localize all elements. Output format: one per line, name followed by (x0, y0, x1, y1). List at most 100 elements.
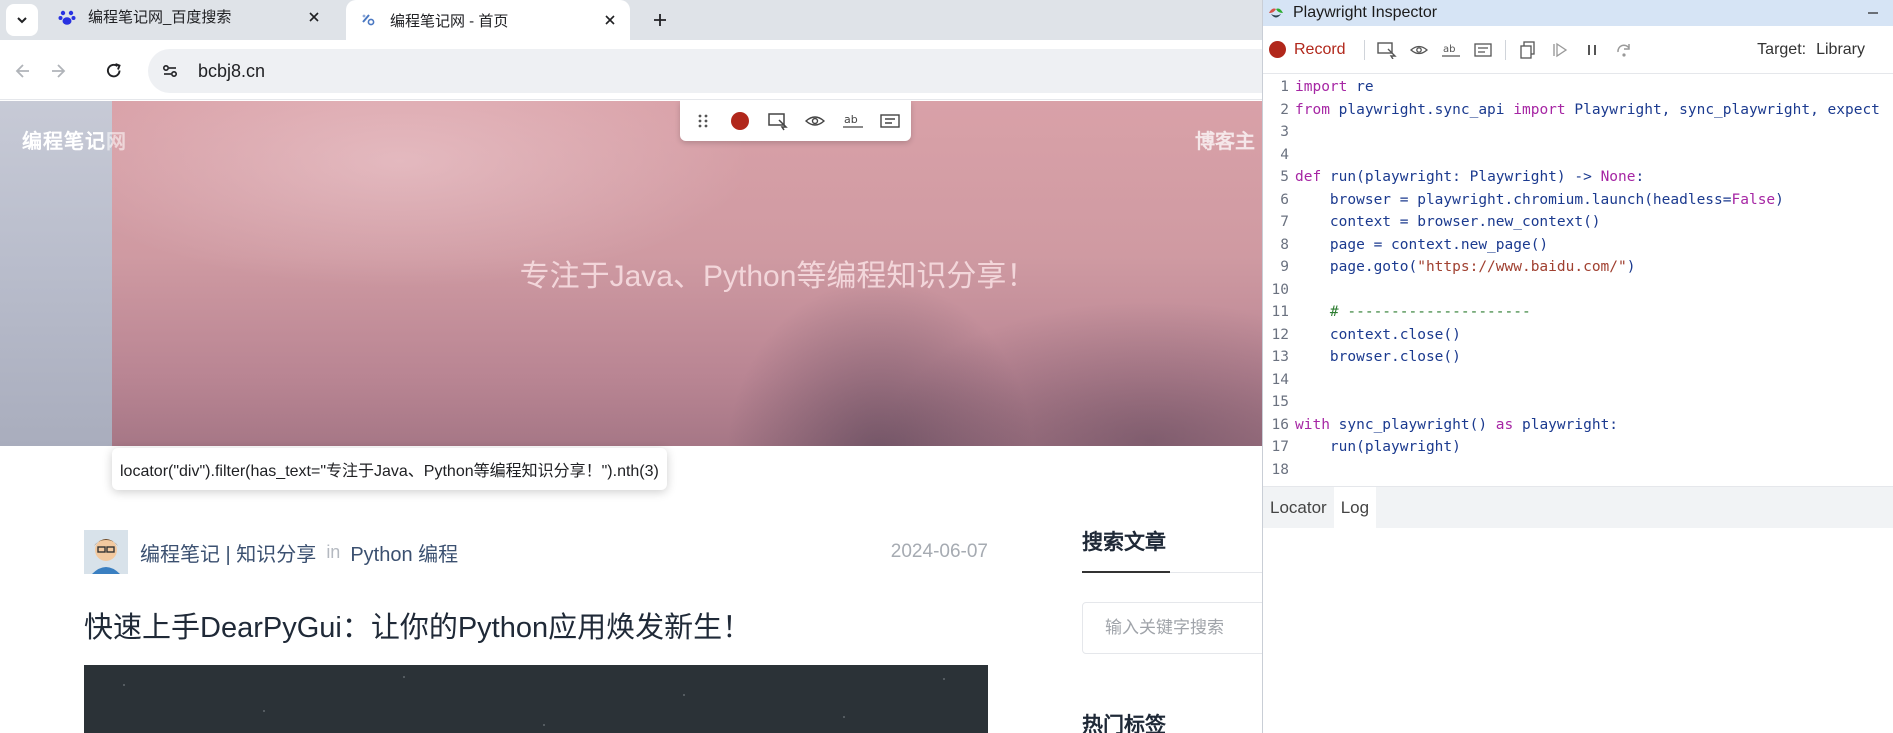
tab-locator[interactable]: Locator (1263, 487, 1334, 529)
post-category-link[interactable]: Python 编程 (350, 538, 458, 567)
assert-text-icon[interactable]: ab (836, 103, 870, 139)
pick-locator-icon[interactable] (761, 103, 795, 139)
search-section-title: 搜索文章 (1082, 531, 1166, 554)
assert-visibility-icon[interactable] (1403, 34, 1435, 66)
line-number: 6 (1280, 191, 1289, 208)
forward-button[interactable] (41, 54, 75, 88)
toolbar-separator (1504, 39, 1506, 60)
chevron-down-icon (17, 17, 27, 24)
tab-log[interactable]: Log (1333, 486, 1377, 529)
assert-text-icon[interactable]: ab (1435, 34, 1467, 66)
code-text: # --------------------- (1295, 304, 1531, 321)
browser-toolbar: bcbj8.cn (0, 40, 1262, 100)
brand-text-tail: 网 (106, 131, 127, 153)
minimize-button[interactable] (1853, 0, 1893, 26)
plus-icon (654, 14, 666, 26)
inspector-titlebar: Playwright Inspector (1263, 0, 1893, 26)
address-text: bcbj8.cn (198, 60, 266, 81)
line-number: 11 (1271, 304, 1289, 321)
back-button[interactable] (6, 54, 40, 88)
section-underline (1082, 571, 1170, 573)
code-line: 16 with sync_playwright() as playwright: (1263, 414, 1893, 437)
line-number: 12 (1271, 326, 1289, 343)
address-bar[interactable]: bcbj8.cn (148, 49, 1262, 93)
record-dot-icon[interactable] (1269, 41, 1286, 58)
code-line: 10 (1263, 279, 1893, 302)
tab-search-button[interactable] (6, 4, 38, 36)
reload-icon (106, 63, 121, 78)
code-line: 5 def run(playwright: Playwright) -> None… (1263, 166, 1893, 189)
minimize-icon (1868, 12, 1878, 14)
code-text: page.goto("https://www.baidu.com/") (1295, 259, 1636, 276)
close-icon[interactable] (302, 5, 326, 29)
post-title-link[interactable]: 快速上手DearPyGui：让你的Python应用焕发新生！ (84, 604, 751, 646)
line-number: 2 (1280, 101, 1289, 118)
code-line: 12 context.close() (1263, 324, 1893, 347)
code-text: with sync_playwright() as playwright: (1295, 416, 1619, 433)
line-number: 5 (1280, 169, 1289, 186)
browser-tab-baidu[interactable]: 编程笔记网_百度搜索 (44, 0, 334, 33)
code-text: context.close() (1295, 326, 1461, 343)
new-tab-button[interactable] (644, 4, 676, 36)
site-info-icon[interactable] (152, 53, 188, 89)
tab-title: 编程笔记网 - 首页 (390, 12, 509, 30)
code-line: 13 browser.close() (1263, 346, 1893, 369)
target-language-select[interactable]: Library (1816, 41, 1865, 59)
blogger-nav-link[interactable]: 博客主 (1195, 125, 1255, 154)
site-logo-icon (360, 11, 378, 29)
reload-button[interactable] (97, 54, 131, 88)
line-number: 1 (1280, 79, 1289, 96)
record-icon[interactable] (724, 103, 758, 139)
line-number: 9 (1280, 259, 1289, 276)
line-number: 18 (1271, 461, 1289, 478)
code-text: browser = playwright.chromium.launch(hea… (1295, 191, 1784, 208)
line-number: 13 (1271, 349, 1289, 366)
assert-value-icon[interactable] (1467, 34, 1499, 66)
copy-icon[interactable] (1512, 34, 1544, 66)
code-text: context = browser.new_context() (1295, 214, 1601, 231)
code-text: run(playwright) (1295, 439, 1461, 456)
post-meta: 编程笔记 | 知识分享 in Python 编程 2024-06-07 (84, 530, 988, 574)
drag-handle-icon[interactable] (686, 103, 720, 139)
line-number: 3 (1280, 124, 1289, 141)
step-over-icon[interactable] (1608, 34, 1640, 66)
article-search-box (1082, 602, 1262, 654)
close-icon[interactable] (598, 8, 622, 32)
post-author-link[interactable]: 编程笔记 | 知识分享 (140, 538, 316, 567)
post-cover-image[interactable] (84, 665, 988, 733)
code-line: 11 # --------------------- (1263, 301, 1893, 324)
browser-tab-bcbj8[interactable]: 编程笔记网 - 首页 (346, 0, 630, 40)
hero-slogan: 专注于Java、Python等编程知识分享！ (519, 260, 1037, 293)
code-line: 1 import re (1263, 76, 1893, 99)
code-editor[interactable]: 1 import re 2 from playwright.sync_api impo… (1263, 76, 1893, 486)
toolbar-separator (1363, 39, 1365, 60)
resume-icon[interactable] (1544, 34, 1576, 66)
site-brand[interactable]: 编程笔记网 (22, 125, 127, 154)
post-date: 2024-06-07 (890, 541, 988, 562)
target-label: Target: (1757, 40, 1807, 58)
code-text: from playwright.sync_api import Playwrig… (1295, 101, 1880, 118)
code-line: 9 page.goto("https://www.baidu.com/") (1263, 256, 1893, 279)
pick-locator-icon[interactable] (1371, 34, 1403, 66)
code-line: 7 context = browser.new_context() (1263, 211, 1893, 234)
assert-value-icon[interactable] (874, 103, 908, 139)
line-number: 17 (1271, 439, 1289, 456)
pause-icon[interactable] (1576, 34, 1608, 66)
inspector-toolbar: Record ab Target: Library (1263, 26, 1893, 74)
arrow-left-icon (15, 64, 29, 78)
playwright-overlay-toolbar: ab (680, 101, 911, 141)
record-button[interactable]: Record (1294, 41, 1346, 59)
code-line: 14 (1263, 369, 1893, 392)
author-avatar[interactable] (84, 530, 128, 574)
assert-visibility-icon[interactable] (799, 103, 833, 139)
code-line: 6 browser = playwright.chromium.launch(h… (1263, 189, 1893, 212)
playwright-inspector-window: Playwright Inspector Record ab Target: L… (1262, 0, 1893, 733)
post-in-label: in (326, 541, 341, 562)
code-line: 4 (1263, 144, 1893, 167)
code-text: def run(playwright: Playwright) -> None: (1295, 169, 1645, 186)
article-search-input[interactable] (1083, 603, 1262, 653)
brand-text: 编程笔记 (22, 131, 106, 153)
code-line: 15 (1263, 391, 1893, 414)
code-text: import re (1295, 79, 1374, 96)
line-number: 14 (1271, 371, 1289, 388)
